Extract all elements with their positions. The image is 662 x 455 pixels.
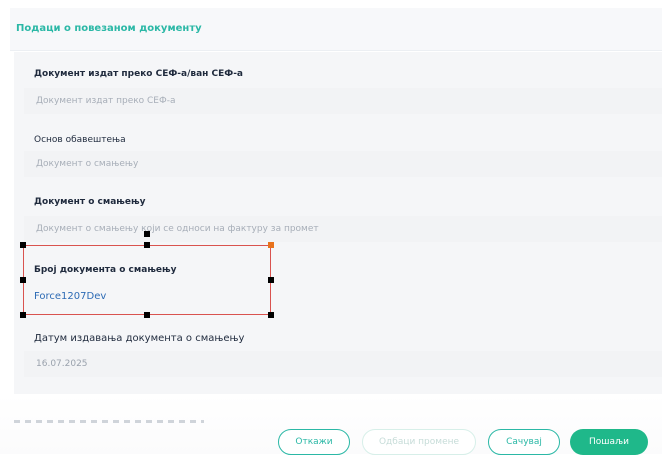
save-button[interactable]: Сачувај xyxy=(488,429,560,455)
notice-basis-field[interactable] xyxy=(24,151,662,177)
reduction-document-label: Документ о смањењу xyxy=(34,197,146,207)
resize-handle-left[interactable] xyxy=(20,277,26,283)
reduction-document-date-field[interactable] xyxy=(24,351,662,377)
resize-handle-top[interactable] xyxy=(144,242,150,248)
send-button[interactable]: Пошаљи xyxy=(570,429,648,455)
resize-handle-bottom-right[interactable] xyxy=(268,312,274,318)
resize-handle-bottom-left[interactable] xyxy=(20,312,26,318)
issued-via-label: Документ издат преко СЕФ-а/ван СЕФ-а xyxy=(34,69,243,79)
resize-handle-top-right[interactable] xyxy=(268,242,274,248)
notice-basis-label: Основ обавештења xyxy=(34,135,126,145)
resize-handle-right[interactable] xyxy=(268,277,274,283)
reduction-document-number-value[interactable]: Force1207Dev xyxy=(34,291,106,302)
discard-changes-button[interactable]: Одбаци промене xyxy=(362,429,476,455)
reduction-document-number-label: Број документа о смањењу xyxy=(34,265,177,275)
resize-handle-top-left[interactable] xyxy=(20,242,26,248)
rotate-handle[interactable] xyxy=(144,231,150,237)
section-title: Подаци о повезаном документу xyxy=(16,23,202,34)
issued-via-field[interactable] xyxy=(24,88,662,114)
resize-handle-bottom[interactable] xyxy=(144,312,150,318)
next-section-title-faded xyxy=(14,420,204,423)
section-header: Подаци о повезаном документу xyxy=(10,8,662,51)
cancel-button[interactable]: Откажи xyxy=(278,429,350,455)
reduction-document-date-label: Датум издавања документа о смањењу xyxy=(34,333,245,344)
reduction-document-field[interactable] xyxy=(24,216,662,242)
